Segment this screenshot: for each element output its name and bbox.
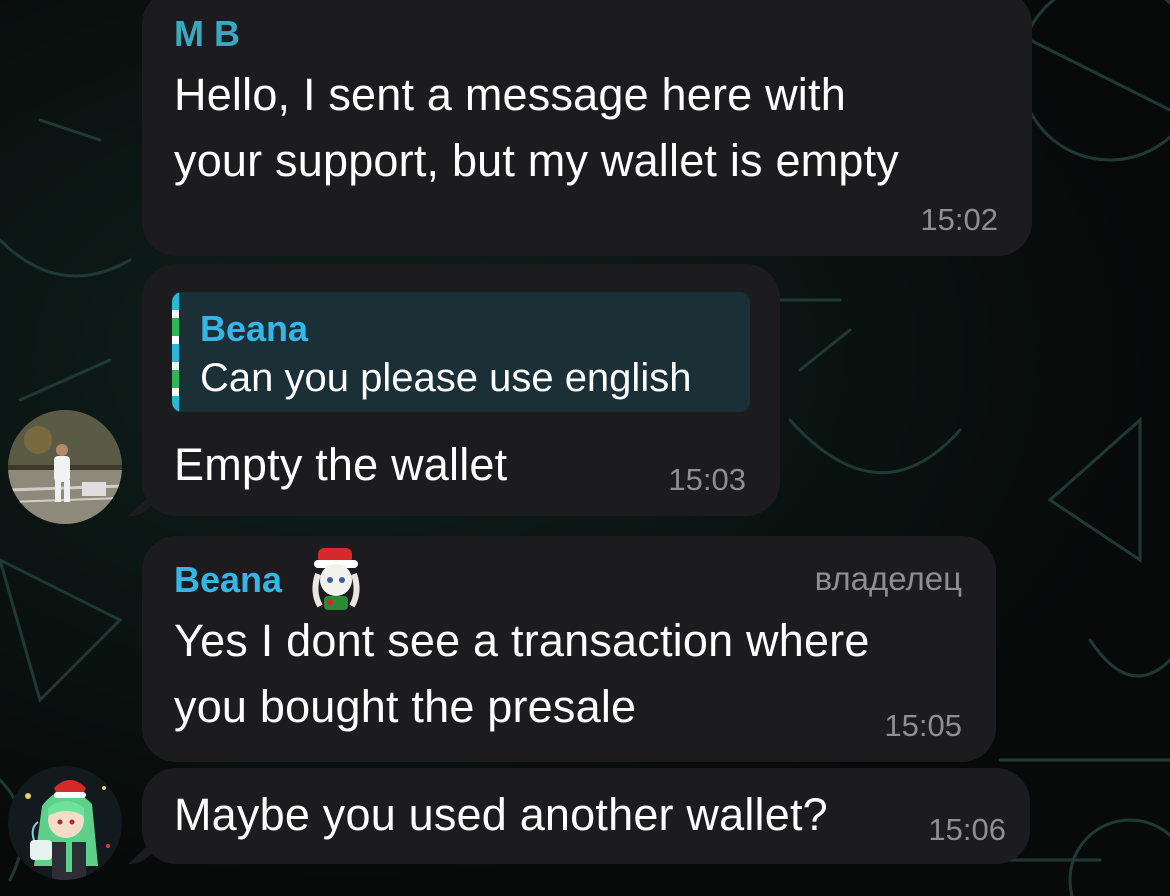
anime-girl-avatar[interactable] [8, 766, 122, 880]
message-bubble-4[interactable]: Maybe you used another wallet? 15:06 [142, 768, 1030, 864]
message-line: Hello, I sent a message here with [174, 69, 846, 120]
message-time: 15:06 [928, 812, 1006, 847]
member-role-label: владелец [814, 560, 962, 597]
message-time: 15:02 [920, 202, 998, 237]
message-bubble-1[interactable]: M B Hello, I sent a message here with yo… [142, 0, 1032, 256]
message-text: Yes I dont see a transaction where you b… [174, 608, 870, 740]
message-line: Yes I dont see a transaction where [174, 615, 870, 666]
message-line: you bought the presale [174, 681, 637, 732]
santa-girl-sticker-icon [312, 548, 360, 610]
user-photo-avatar[interactable] [8, 410, 122, 524]
reply-accent-bar [172, 292, 179, 412]
reply-preview[interactable]: Beana Can you please use english [172, 292, 750, 412]
reply-text: Can you please use english [200, 356, 692, 400]
anime-girl-avatar-image [8, 766, 122, 880]
message-text: Maybe you used another wallet? [174, 789, 828, 840]
message-line: your support, but my wallet is empty [174, 135, 899, 186]
sender-name[interactable]: Beana [174, 560, 282, 600]
sender-name[interactable]: M B [174, 14, 240, 54]
message-time: 15:03 [668, 462, 746, 497]
message-time: 15:05 [884, 708, 962, 743]
reply-sender-name: Beana [200, 308, 309, 349]
user-photo-avatar-image [8, 410, 122, 524]
message-text: Empty the wallet [174, 439, 508, 490]
message-text: Hello, I sent a message here with your s… [174, 62, 899, 194]
message-bubble-3[interactable]: Beana владелец Yes I dont see a transact… [142, 536, 996, 762]
message-bubble-2[interactable]: Beana Can you please use english Empty t… [142, 264, 780, 516]
